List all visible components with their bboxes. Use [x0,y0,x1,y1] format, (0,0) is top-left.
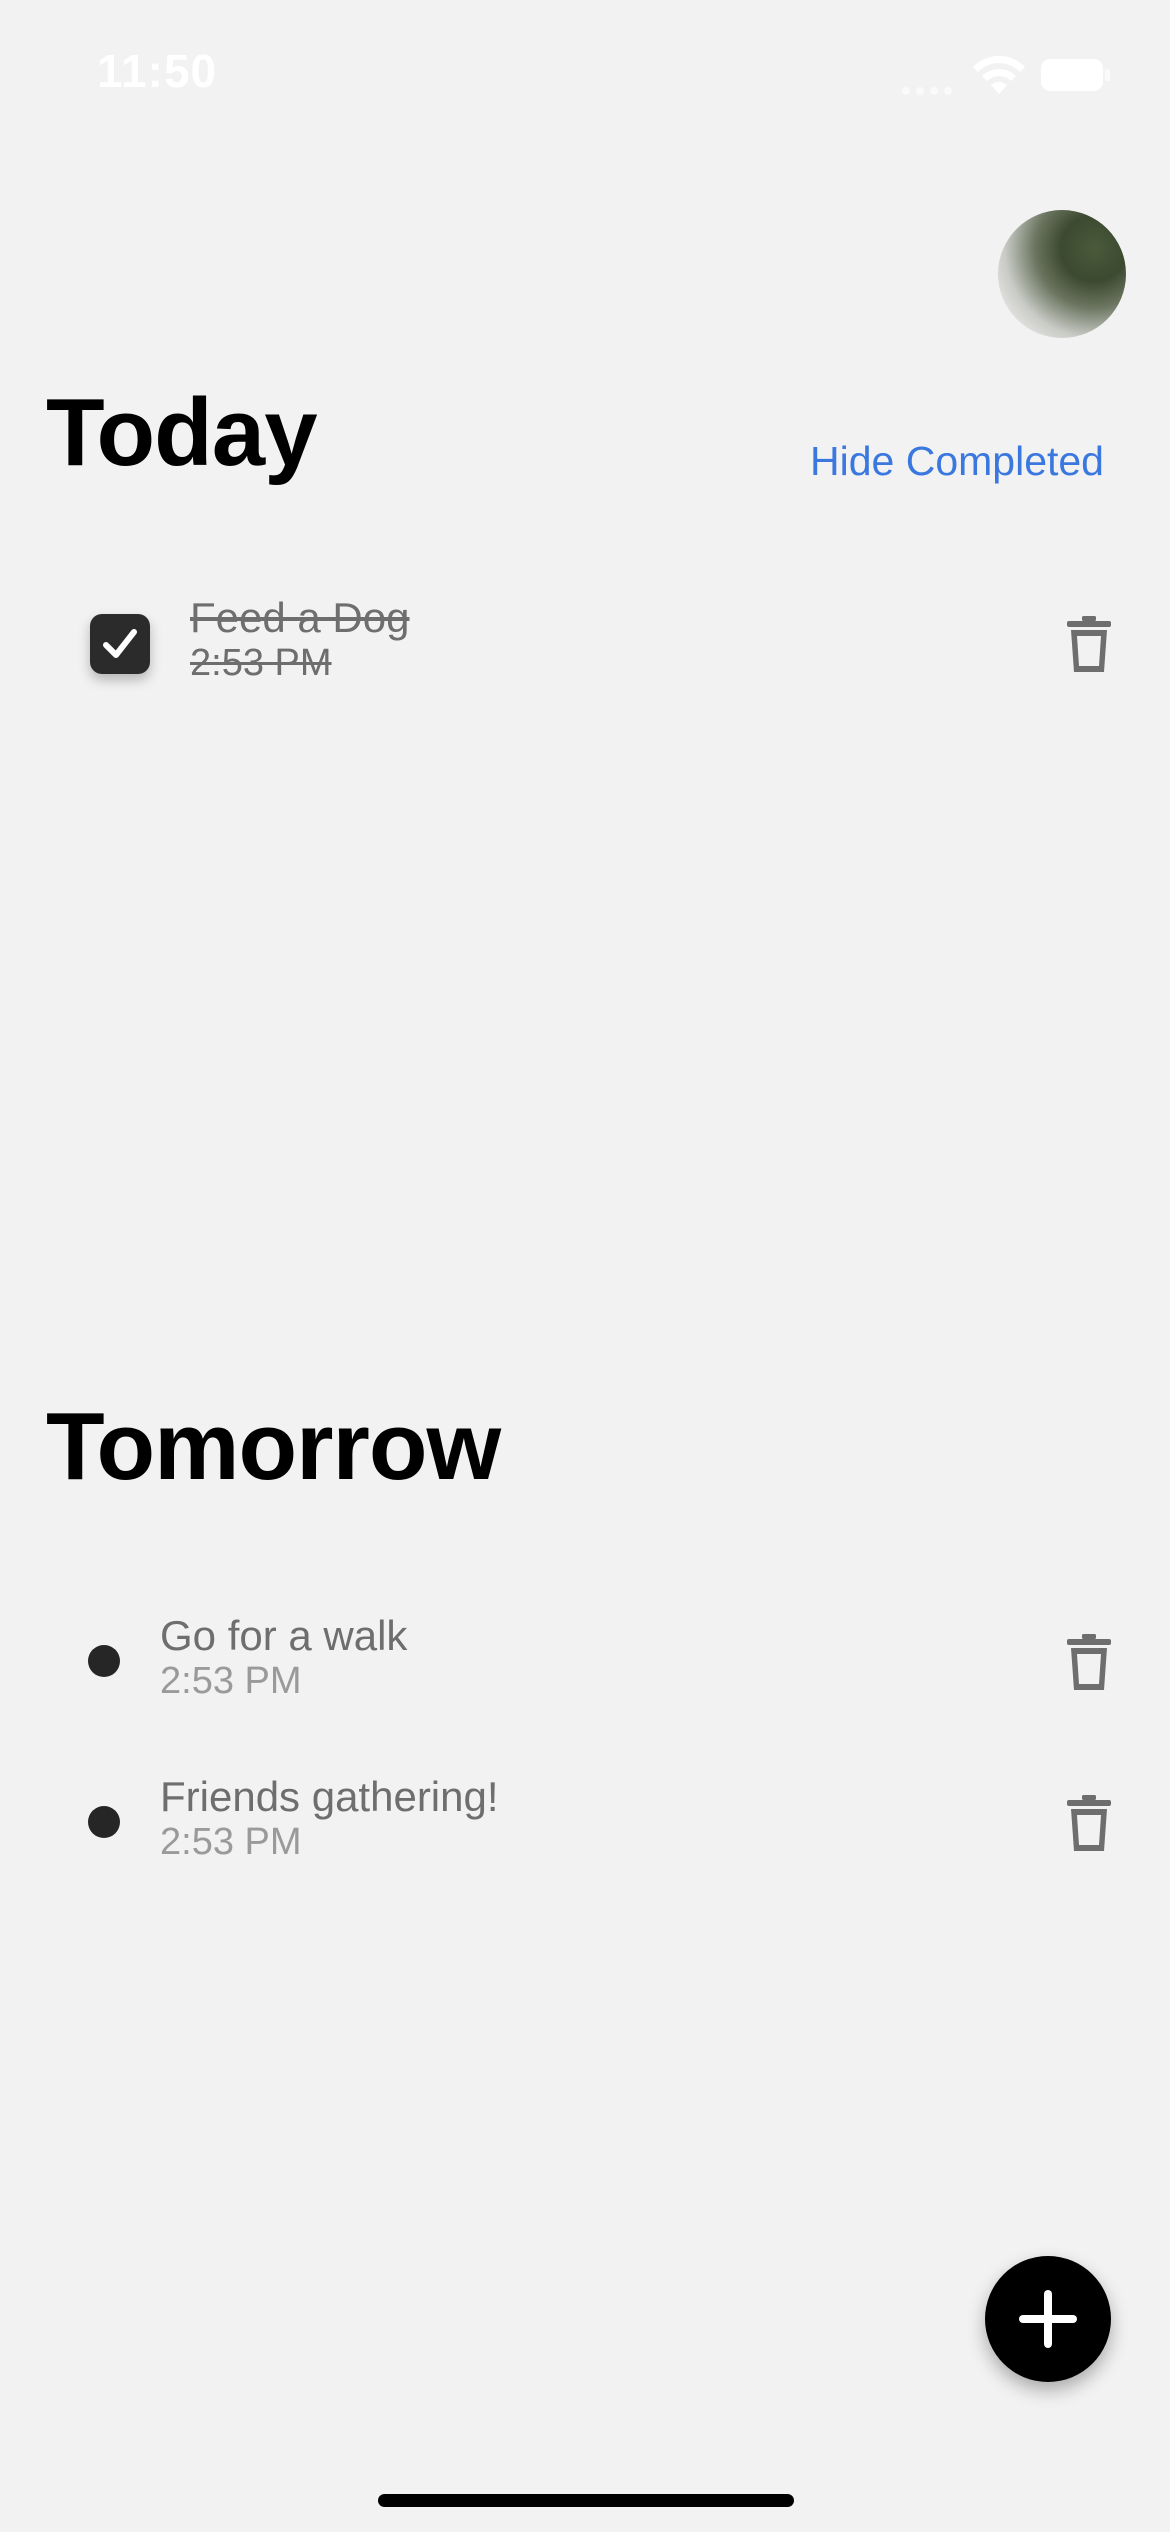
status-bar-time: 11:50 [97,45,218,97]
task-item-tomorrow-1[interactable]: Friends gathering! 2:53 PM [160,1773,499,1864]
task-checkbox-checked[interactable] [90,614,150,674]
wifi-icon [973,55,1025,94]
task-title: Feed a Dog [190,594,410,641]
task-time: 2:53 PM [190,642,332,684]
section-title-today: Today [46,379,318,486]
trash-icon[interactable] [1066,615,1112,673]
trash-icon[interactable] [1066,1794,1112,1852]
task-time: 2:53 PM [160,1821,302,1863]
checkmark-icon [103,629,137,658]
trash-icon[interactable] [1066,1633,1112,1691]
add-task-button[interactable] [985,2256,1111,2382]
hide-completed-button[interactable]: Hide Completed [810,438,1104,485]
battery-icon [1041,59,1110,91]
section-title-tomorrow: Tomorrow [46,1393,501,1500]
task-title: Friends gathering! [160,1773,499,1820]
task-item-tomorrow-0[interactable]: Go for a walk 2:53 PM [160,1612,407,1703]
task-bullet [88,1806,120,1838]
cellular-signal-icon [902,82,962,95]
profile-avatar[interactable] [998,210,1126,338]
task-time: 2:53 PM [160,1660,302,1702]
task-title: Go for a walk [160,1612,408,1659]
task-item-today-0[interactable]: Feed a Dog 2:53 PM [190,594,409,685]
home-indicator[interactable] [378,2494,794,2507]
plus-icon [1019,2290,1077,2348]
task-bullet [88,1645,120,1677]
